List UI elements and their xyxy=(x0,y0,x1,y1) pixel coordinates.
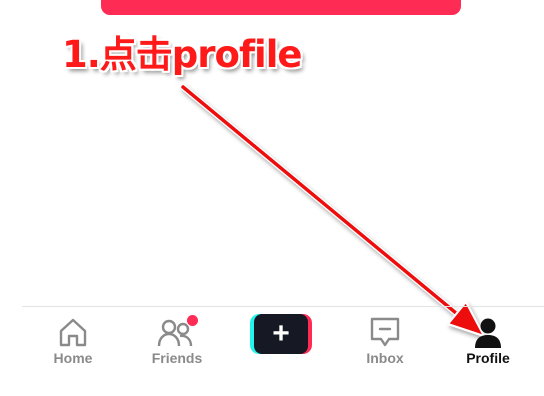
person-icon xyxy=(471,315,505,349)
bottom-tab-bar: Home Friends + Inbox Profile xyxy=(0,307,544,396)
inbox-icon xyxy=(368,315,402,349)
plus-icon: + xyxy=(254,314,308,354)
tab-profile[interactable]: Profile xyxy=(443,307,533,377)
friends-icon xyxy=(156,315,198,349)
tab-friends-label: Friends xyxy=(151,350,203,366)
annotation-text: 1.点击profile xyxy=(62,33,303,76)
top-banner xyxy=(101,0,461,15)
create-button[interactable]: + xyxy=(250,314,312,354)
tab-inbox-label: Inbox xyxy=(366,350,404,366)
friends-notification-badge xyxy=(187,315,198,326)
tab-profile-label: Profile xyxy=(466,350,510,366)
tab-friends[interactable]: Friends xyxy=(132,307,222,377)
tab-home[interactable]: Home xyxy=(28,307,118,377)
tab-home-label: Home xyxy=(53,350,93,366)
tab-inbox[interactable]: Inbox xyxy=(340,307,430,377)
home-icon xyxy=(56,315,90,349)
